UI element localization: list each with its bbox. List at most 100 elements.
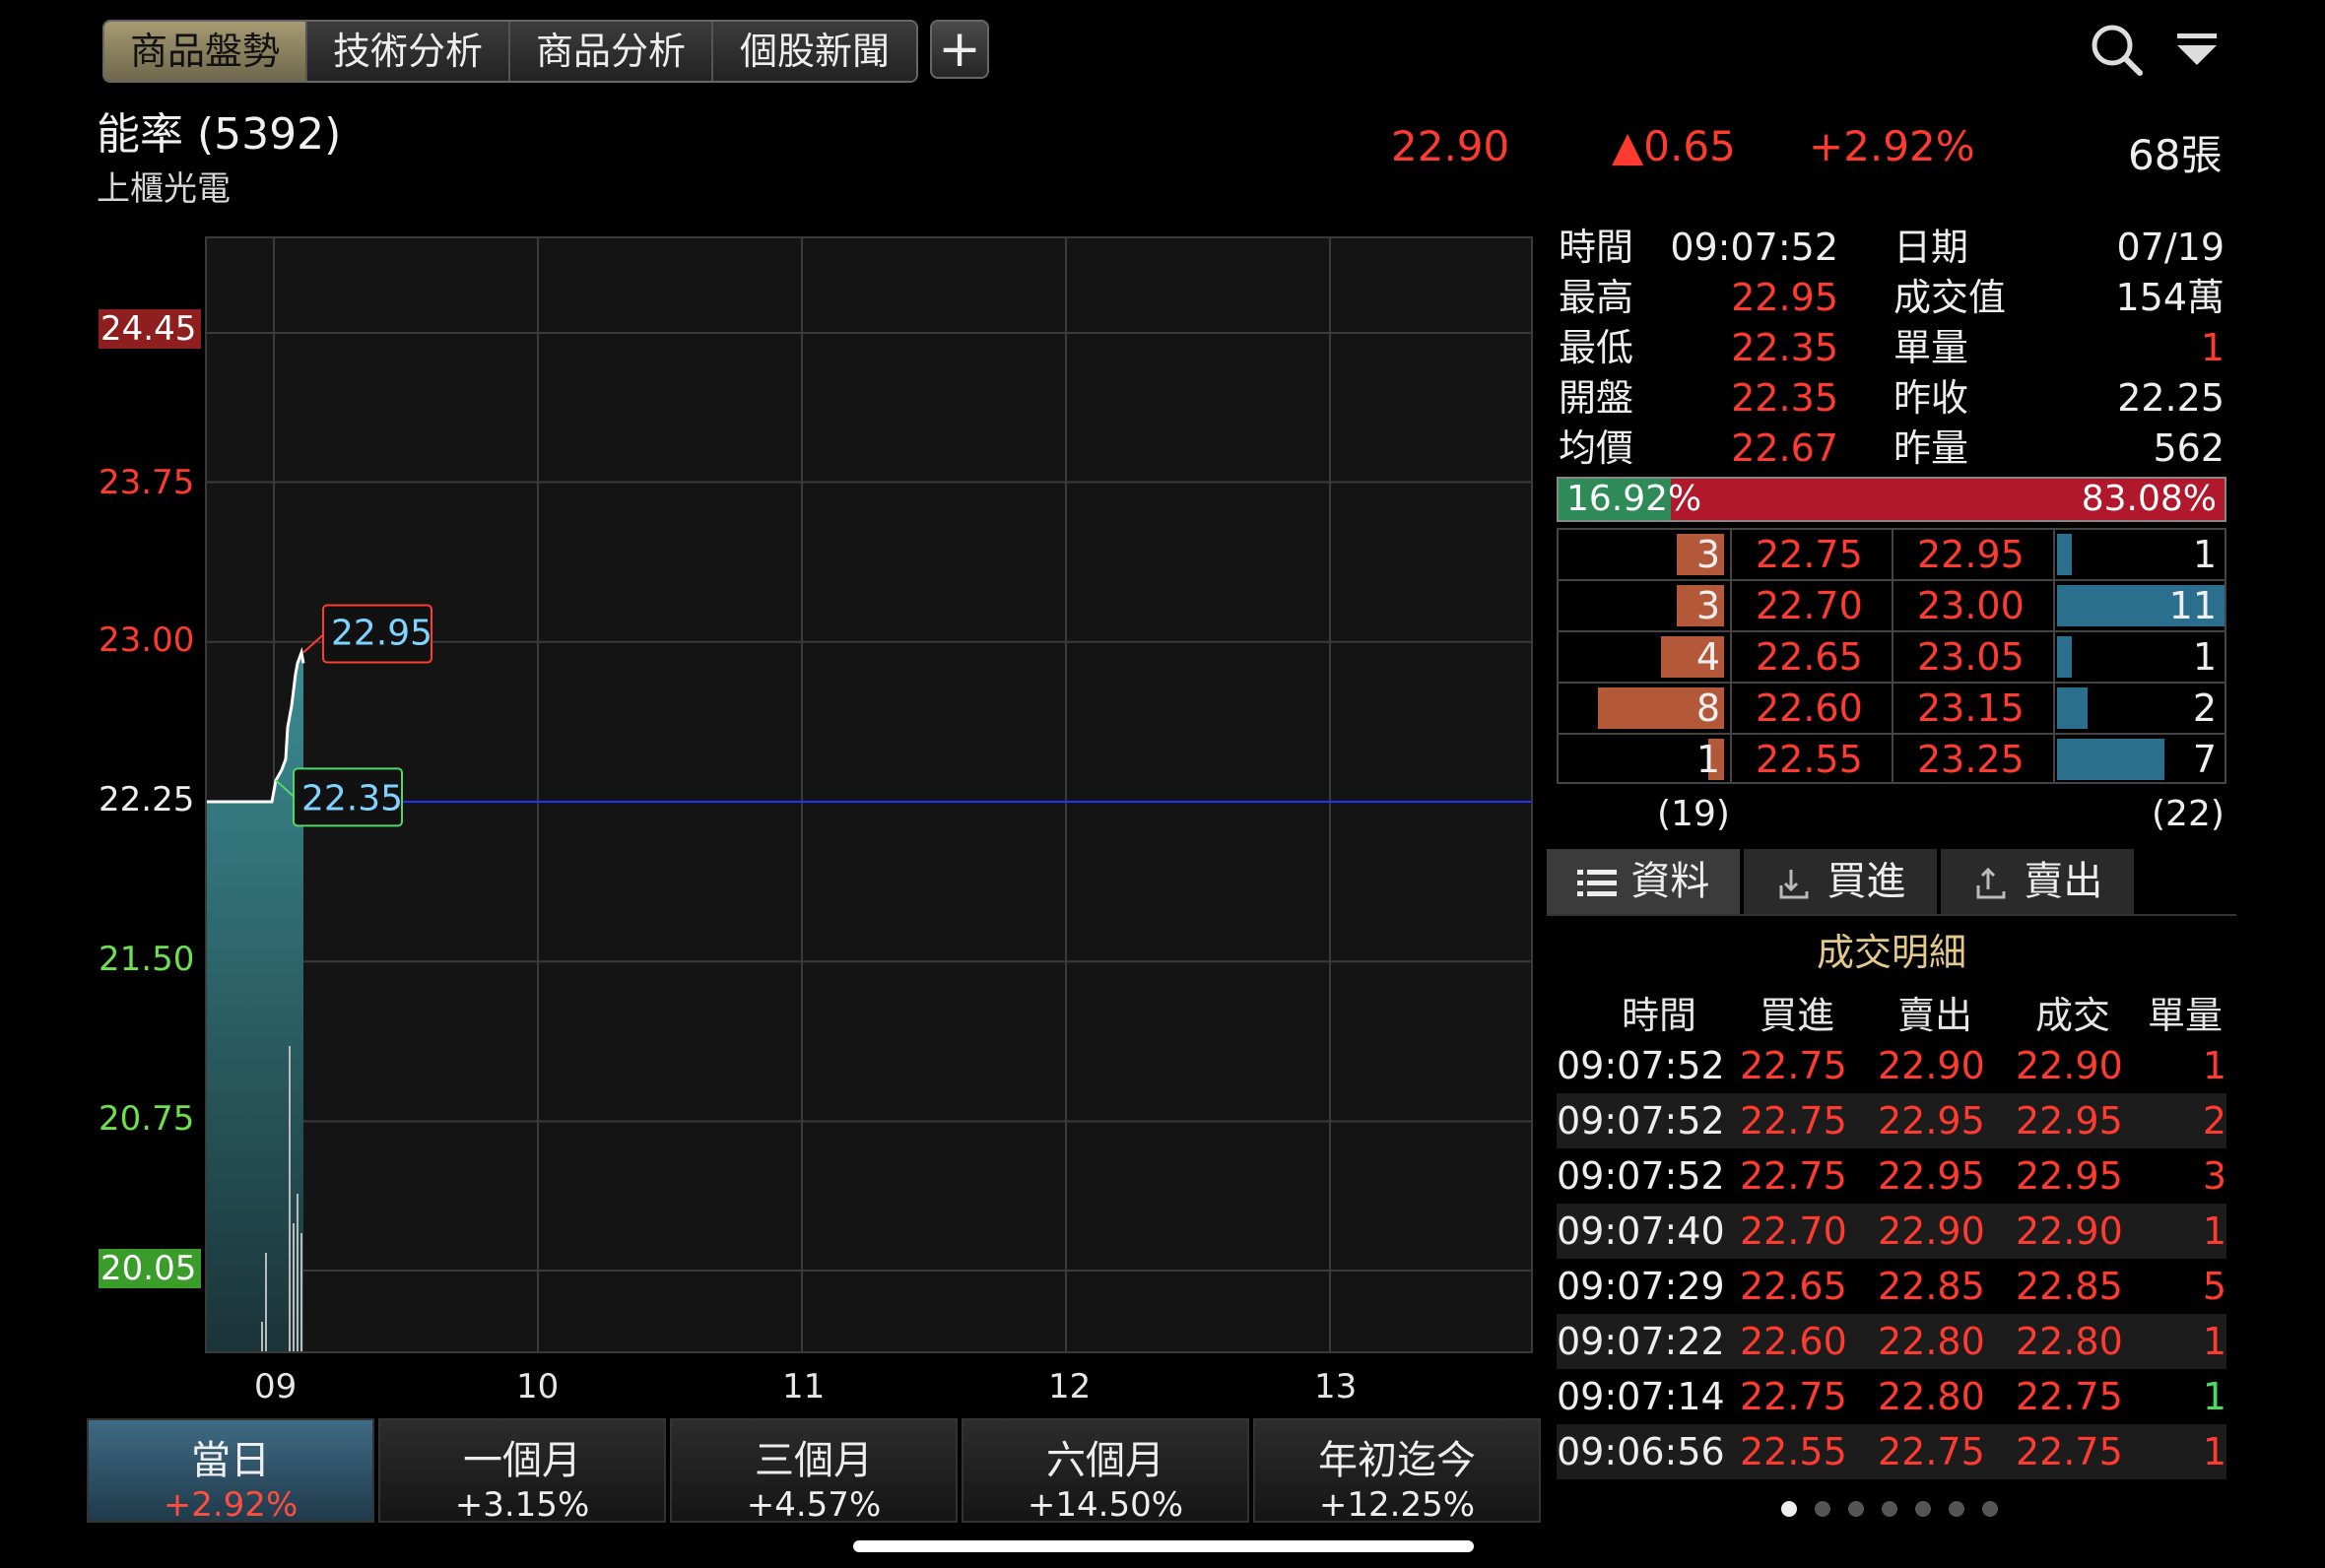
info-key: 均價 xyxy=(1559,426,1634,470)
info-value: 22.95 xyxy=(1731,276,1838,319)
tab-sell[interactable]: 賣出 xyxy=(1941,849,2134,914)
price-change: ▲0.65 xyxy=(1612,122,1736,170)
trade-row[interactable]: 09:07:22 22.60 22.80 22.80 1 xyxy=(1557,1314,2226,1369)
last-price: 22.90 xyxy=(1391,122,1510,170)
detail-tab-bar: 資料 買進 賣出 xyxy=(1547,849,2138,914)
bid-qty: 3 xyxy=(1695,584,1720,627)
order-book-row[interactable]: 4 22.65 23.05 1 xyxy=(1557,630,2226,682)
sell-icon xyxy=(1976,867,2006,899)
info-value: 22.25 xyxy=(2117,376,2225,420)
period-change: +4.57% xyxy=(746,1485,882,1525)
bid-total: (19) xyxy=(1657,794,1730,834)
add-tab-button[interactable]: + xyxy=(930,20,989,79)
search-icon[interactable] xyxy=(2087,20,2146,79)
trade-price: 22.85 xyxy=(2016,1265,2123,1308)
order-book-row[interactable]: 3 22.75 22.95 1 xyxy=(1557,528,2226,579)
top-tab-bar: 商品盤勢 技術分析 商品分析 個股新聞 xyxy=(102,20,918,83)
trade-ask: 22.95 xyxy=(1878,1154,1985,1198)
trade-row[interactable]: 09:06:56 22.55 22.75 22.75 1 xyxy=(1557,1424,2226,1479)
period-label: 一個月 xyxy=(463,1438,581,1483)
period-ytd[interactable]: 年初迄今 +12.25% xyxy=(1253,1418,1541,1525)
order-book-row[interactable]: 8 22.60 23.15 2 xyxy=(1557,682,2226,733)
period-3-months[interactable]: 三個月 +4.57% xyxy=(670,1418,958,1525)
trade-row[interactable]: 09:07:52 22.75 22.95 22.95 3 xyxy=(1557,1148,2226,1204)
trade-price: 22.95 xyxy=(2016,1099,2123,1143)
page-dot[interactable] xyxy=(1815,1501,1830,1517)
info-key: 最低 xyxy=(1559,326,1634,369)
page-dot[interactable] xyxy=(1882,1501,1897,1517)
trade-row[interactable]: 09:07:40 22.70 22.90 22.90 1 xyxy=(1557,1204,2226,1259)
stock-name: 能率 (5392) xyxy=(97,109,342,160)
tab-technical-analysis[interactable]: 技術分析 xyxy=(307,22,510,81)
info-key: 最高 xyxy=(1559,276,1634,319)
page-dot[interactable] xyxy=(1915,1501,1931,1517)
header-time: 時間 xyxy=(1622,994,1697,1037)
period-label: 六個月 xyxy=(1046,1438,1164,1483)
cell-divider xyxy=(1892,530,1893,579)
tab-sell-label: 賣出 xyxy=(2024,859,2103,904)
info-key: 開盤 xyxy=(1559,376,1634,420)
chart-canvas: 22.95 22.35 xyxy=(207,238,1531,1351)
trade-row[interactable]: 09:07:29 22.65 22.85 22.85 5 xyxy=(1557,1259,2226,1314)
trade-bid: 22.75 xyxy=(1740,1154,1847,1198)
trade-bid: 22.75 xyxy=(1740,1044,1847,1087)
header-qty: 單量 xyxy=(2148,994,2224,1037)
period-1-month[interactable]: 一個月 +3.15% xyxy=(378,1418,666,1525)
order-book-row[interactable]: 3 22.70 23.00 11 xyxy=(1557,579,2226,630)
bid-price: 22.70 xyxy=(1756,584,1863,627)
page-dot[interactable] xyxy=(1982,1501,1998,1517)
trade-qty: 5 xyxy=(2202,1265,2226,1308)
trade-price: 22.75 xyxy=(2016,1375,2123,1418)
trade-price: 22.90 xyxy=(2016,1209,2123,1253)
home-indicator[interactable] xyxy=(853,1540,1474,1552)
cell-divider xyxy=(1730,632,1732,682)
trade-time: 09:06:56 xyxy=(1557,1430,1725,1473)
ask-qty: 2 xyxy=(2192,686,2217,730)
filter-icon[interactable] xyxy=(2167,20,2226,79)
period-today[interactable]: 當日 +2.92% xyxy=(87,1418,374,1525)
trade-bid: 22.55 xyxy=(1740,1430,1847,1473)
trade-table-header: 時間 買進 賣出 成交 單量 xyxy=(1557,985,2226,1040)
page-indicator[interactable] xyxy=(1781,1501,1998,1517)
period-tab-bar: 當日 +2.92% 一個月 +3.15% 三個月 +4.57% 六個月 +14.… xyxy=(87,1418,1545,1525)
trade-ask: 22.85 xyxy=(1878,1265,1985,1308)
order-book-row[interactable]: 1 22.55 23.25 7 xyxy=(1557,733,2226,784)
info-value: 22.35 xyxy=(1731,376,1838,420)
tab-product-analysis[interactable]: 商品分析 xyxy=(510,22,713,81)
trade-row[interactable]: 09:07:14 22.75 22.80 22.75 1 xyxy=(1557,1369,2226,1424)
total-volume: 68張 xyxy=(2128,131,2223,179)
info-value: 1 xyxy=(2200,326,2225,369)
page-dot[interactable] xyxy=(1949,1501,1964,1517)
ask-qty: 1 xyxy=(2192,635,2217,679)
trade-qty: 2 xyxy=(2202,1099,2226,1143)
trade-row[interactable]: 09:07:52 22.75 22.95 22.95 2 xyxy=(1557,1093,2226,1148)
trade-qty: 1 xyxy=(2202,1430,2226,1473)
trade-row[interactable]: 09:07:52 22.75 22.90 22.90 1 xyxy=(1557,1038,2226,1093)
bid-qty: 4 xyxy=(1695,635,1720,679)
period-change: +14.50% xyxy=(1027,1485,1184,1525)
info-key: 成交值 xyxy=(1893,276,2007,319)
trade-time: 09:07:22 xyxy=(1557,1320,1725,1363)
cell-divider xyxy=(1730,684,1732,733)
tab-market-overview[interactable]: 商品盤勢 xyxy=(104,22,307,81)
trade-ask: 22.90 xyxy=(1878,1209,1985,1253)
period-change: +2.92% xyxy=(163,1485,299,1525)
cell-divider xyxy=(1730,735,1732,784)
tab-stock-news[interactable]: 個股新聞 xyxy=(713,22,916,81)
page-dot[interactable] xyxy=(1781,1501,1797,1517)
tab-buy-label: 買進 xyxy=(1827,859,1906,904)
intraday-chart[interactable]: 22.95 22.35 xyxy=(205,236,1533,1353)
ask-volume-bar xyxy=(2057,687,2088,729)
cell-divider xyxy=(1892,735,1893,784)
period-6-months[interactable]: 六個月 +14.50% xyxy=(962,1418,1249,1525)
ask-qty: 7 xyxy=(2192,738,2217,781)
bid-qty: 3 xyxy=(1695,533,1720,576)
tab-data[interactable]: 資料 xyxy=(1547,849,1740,914)
x-label: 10 xyxy=(516,1367,560,1406)
page-dot[interactable] xyxy=(1848,1501,1864,1517)
tab-buy[interactable]: 買進 xyxy=(1744,849,1937,914)
bid-price: 22.55 xyxy=(1756,738,1863,781)
sell-ratio-label: 83.08% xyxy=(2081,479,2217,519)
header-bid: 買進 xyxy=(1760,994,1835,1037)
bid-qty: 8 xyxy=(1695,686,1720,730)
